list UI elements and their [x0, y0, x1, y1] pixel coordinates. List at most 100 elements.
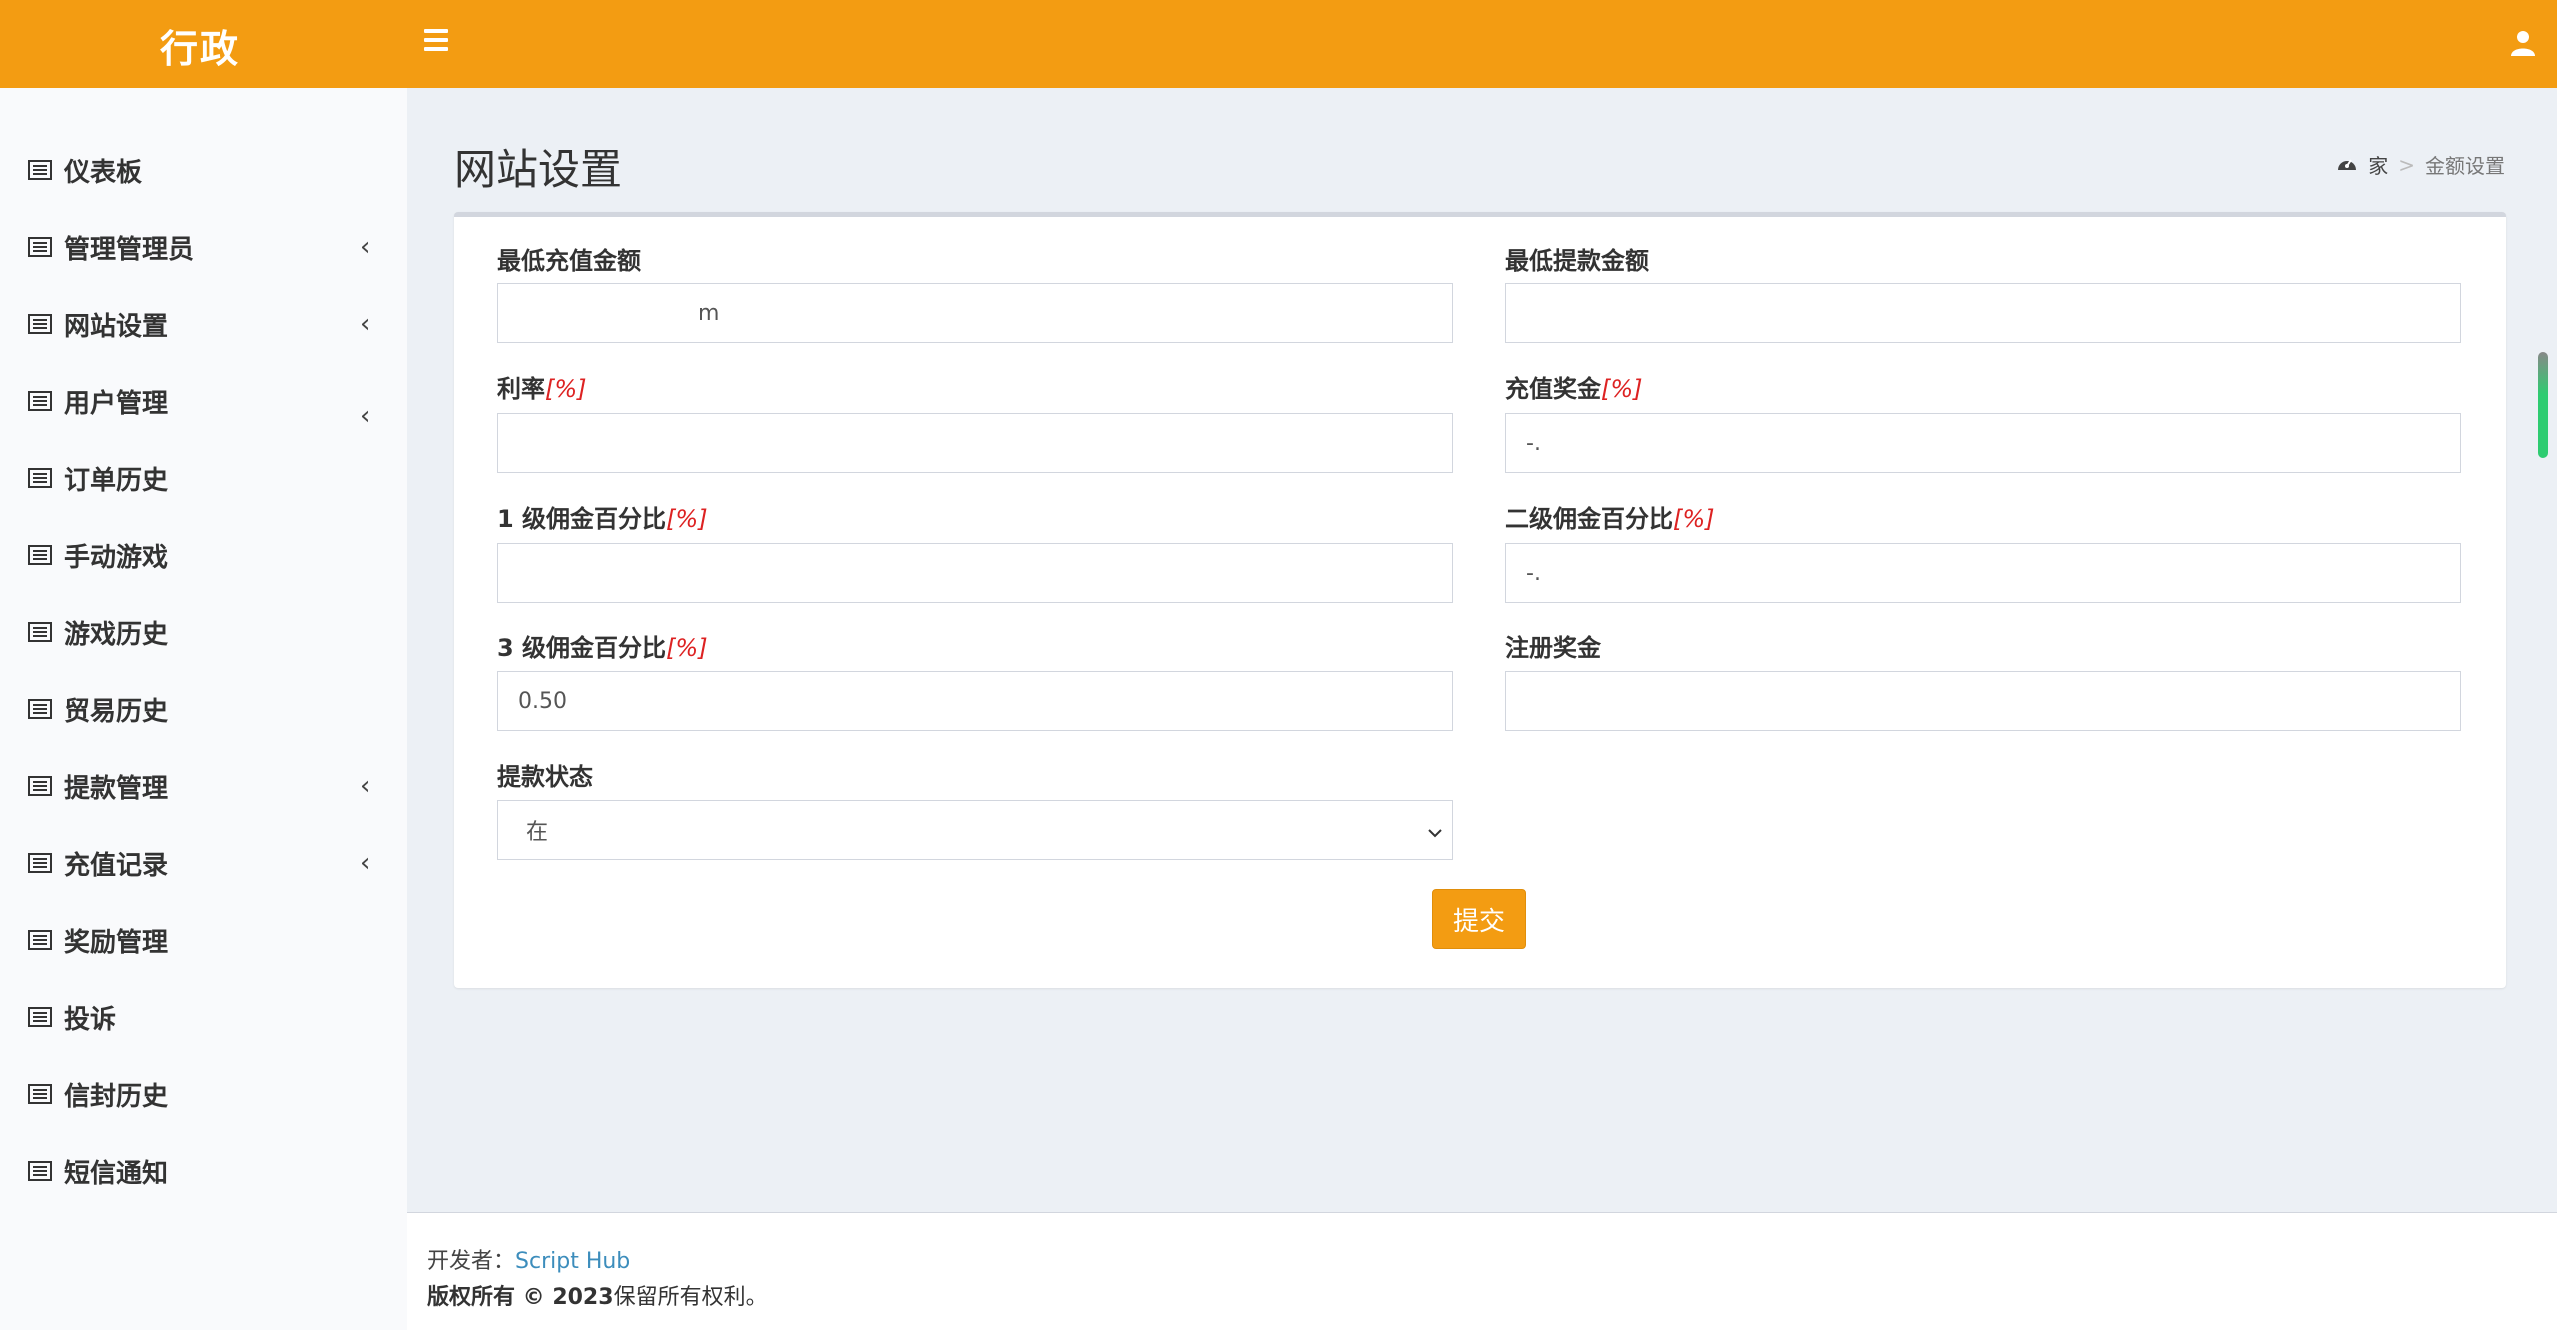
sidebar-item-label: 仪表板 — [64, 157, 143, 188]
user-icon[interactable] — [2505, 26, 2541, 62]
settings-form-card: 最低充值金额 m 最低提款金额 利率[%] 充值奖金[%] -. 1 级佣金百分… — [454, 212, 2506, 988]
sidebar-item-reward-management[interactable]: 奖励管理 — [0, 910, 407, 970]
chevron-left-icon: ‹ — [360, 771, 371, 801]
sidebar: 仪表板 管理管理员 ‹ 网站设置 ‹ 用户管理 ‹ 订单历史 手动游戏 游戏历史… — [0, 88, 407, 1330]
page-title: 网站设置 — [454, 145, 623, 194]
sidebar-item-label: 贸易历史 — [64, 696, 169, 727]
breadcrumb-current: 金额设置 — [2425, 154, 2505, 178]
sidebar-item-manual-game[interactable]: 手动游戏 — [0, 525, 407, 585]
list-icon — [28, 853, 52, 873]
withdraw-status-selected: 在 — [526, 820, 549, 845]
sidebar-item-withdraw-management[interactable]: 提款管理 ‹ — [0, 756, 407, 816]
recharge-bonus-label: 充值奖金[%] — [1505, 369, 1643, 404]
footer-copyright-rest: 保留所有权利。 — [613, 1285, 768, 1310]
app-logo[interactable]: 行政 — [160, 18, 240, 73]
level3-commission-value: 0.50 — [518, 688, 567, 714]
interest-rate-unit: [%] — [545, 375, 587, 403]
withdraw-status-label: 提款状态 — [497, 763, 593, 791]
recharge-bonus-label-text: 充值奖金 — [1505, 375, 1601, 403]
level2-commission-unit: [%] — [1673, 505, 1715, 533]
sidebar-item-order-history[interactable]: 订单历史 — [0, 448, 407, 508]
sidebar-item-website-settings[interactable]: 网站设置 ‹ — [0, 294, 407, 354]
breadcrumb-home-link[interactable]: 家 — [2368, 150, 2388, 179]
sidebar-item-dashboard[interactable]: 仪表板 — [0, 140, 407, 200]
sidebar-item-label: 投诉 — [64, 1004, 117, 1035]
sidebar-item-complaints[interactable]: 投诉 — [0, 987, 407, 1047]
sidebar-item-label: 订单历史 — [64, 465, 169, 496]
sidebar-item-label: 信封历史 — [64, 1081, 169, 1112]
level2-commission-label-text: 二级佣金百分比 — [1505, 505, 1673, 533]
footer-developer-prefix: 开发者： — [427, 1249, 516, 1274]
list-icon — [28, 160, 52, 180]
breadcrumb-separator: > — [2398, 152, 2415, 177]
sidebar-item-envelope-history[interactable]: 信封历史 — [0, 1064, 407, 1124]
list-icon — [28, 699, 52, 719]
sidebar-item-label: 管理管理员 — [64, 234, 195, 265]
register-bonus-label: 注册奖金 — [1505, 634, 1601, 662]
sidebar-item-user-management[interactable]: 用户管理 ‹ — [0, 371, 407, 431]
sidebar-item-label: 提款管理 — [64, 773, 169, 804]
scrollbar-thumb[interactable] — [2538, 352, 2548, 458]
interest-rate-label: 利率[%] — [497, 369, 587, 404]
level1-commission-label-text: 1 级佣金百分比 — [497, 505, 667, 533]
list-icon — [28, 776, 52, 796]
min-withdraw-input[interactable] — [1505, 283, 2461, 343]
list-icon — [28, 545, 52, 565]
footer-developer: 开发者：Script Hub — [427, 1243, 630, 1275]
chevron-left-icon: ‹ — [360, 401, 371, 431]
sidebar-item-label: 游戏历史 — [64, 619, 169, 650]
level1-commission-unit: [%] — [666, 505, 708, 533]
list-icon — [28, 314, 52, 334]
recharge-bonus-value: -. — [1526, 430, 1541, 456]
level2-commission-input[interactable]: -. — [1505, 543, 2461, 603]
level1-commission-label: 1 级佣金百分比[%] — [497, 499, 708, 534]
breadcrumb: 家 > 金额设置 — [2336, 150, 2505, 179]
list-icon — [28, 237, 52, 257]
withdraw-status-select[interactable]: 在 — [497, 800, 1453, 860]
footer: 开发者：Script Hub 版权所有 © 2023保留所有权利。 — [407, 1212, 2557, 1330]
register-bonus-input[interactable] — [1505, 671, 2461, 731]
chevron-down-icon — [1426, 823, 1444, 841]
recharge-bonus-input[interactable]: -. — [1505, 413, 2461, 473]
sidebar-item-label: 用户管理 — [64, 388, 169, 419]
level3-commission-input[interactable]: 0.50 — [497, 671, 1453, 731]
list-icon — [28, 622, 52, 642]
footer-copyright: 版权所有 © 2023保留所有权利。 — [427, 1279, 768, 1311]
sidebar-item-label: 手动游戏 — [64, 542, 169, 573]
interest-rate-input[interactable] — [497, 413, 1453, 473]
footer-developer-link[interactable]: Script Hub — [515, 1249, 630, 1274]
list-icon — [28, 391, 52, 411]
level2-commission-value: -. — [1526, 560, 1541, 586]
footer-copyright-bold: 版权所有 © 2023 — [427, 1285, 614, 1310]
chevron-left-icon: ‹ — [360, 848, 371, 878]
min-withdraw-label: 最低提款金额 — [1505, 247, 1649, 275]
list-icon — [28, 1007, 52, 1027]
list-icon — [28, 1084, 52, 1104]
sidebar-item-label: 充值记录 — [64, 850, 169, 881]
level2-commission-label: 二级佣金百分比[%] — [1505, 499, 1715, 534]
min-recharge-input[interactable]: m — [497, 283, 1453, 343]
list-icon — [28, 468, 52, 488]
sidebar-item-label: 奖励管理 — [64, 927, 169, 958]
interest-rate-label-text: 利率 — [497, 375, 545, 403]
sidebar-item-sms-notification[interactable]: 短信通知 — [0, 1141, 407, 1201]
submit-button[interactable]: 提交 — [1432, 889, 1526, 949]
sidebar-item-label: 短信通知 — [64, 1158, 169, 1189]
list-icon — [28, 1161, 52, 1181]
dashboard-icon — [2336, 153, 2358, 177]
sidebar-item-trade-history[interactable]: 贸易历史 — [0, 679, 407, 739]
chevron-left-icon: ‹ — [360, 309, 371, 339]
sidebar-item-admin-management[interactable]: 管理管理员 ‹ — [0, 217, 407, 277]
recharge-bonus-unit: [%] — [1601, 375, 1643, 403]
list-icon — [28, 930, 52, 950]
level1-commission-input[interactable] — [497, 543, 1453, 603]
min-recharge-label: 最低充值金额 — [497, 247, 641, 275]
sidebar-item-game-history[interactable]: 游戏历史 — [0, 602, 407, 662]
level3-commission-unit: [%] — [666, 634, 708, 662]
sidebar-item-recharge-records[interactable]: 充值记录 ‹ — [0, 833, 407, 893]
level3-commission-label: 3 级佣金百分比[%] — [497, 628, 708, 663]
top-navbar: 行政 — [0, 0, 2557, 88]
hamburger-icon[interactable] — [416, 24, 456, 64]
chevron-left-icon: ‹ — [360, 232, 371, 262]
sidebar-item-label: 网站设置 — [64, 311, 169, 342]
